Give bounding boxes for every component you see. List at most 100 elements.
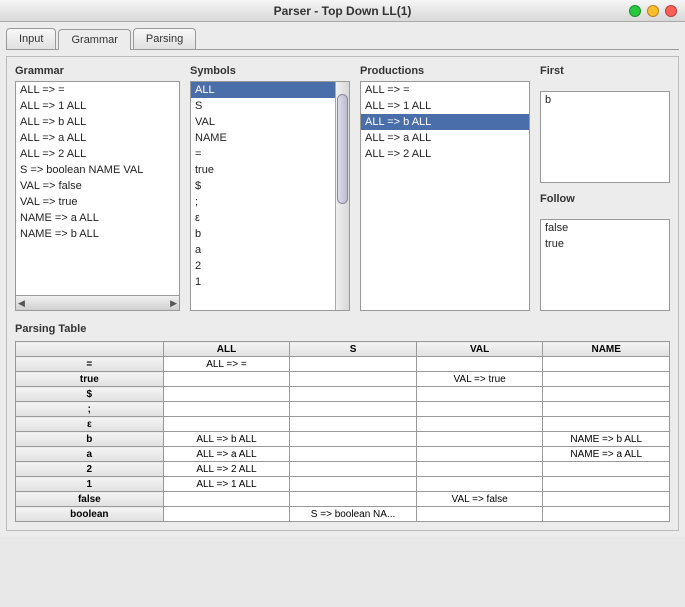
follow-list[interactable]: falsetrue [540, 219, 670, 311]
tab-parsing[interactable]: Parsing [133, 28, 196, 49]
tab-grammar[interactable]: Grammar [58, 29, 130, 50]
list-item[interactable]: 2 [191, 258, 349, 274]
table-cell[interactable] [163, 387, 290, 402]
table-cell[interactable] [163, 372, 290, 387]
table-row-header: ; [16, 402, 164, 417]
table-cell[interactable] [290, 492, 417, 507]
scroll-right-icon[interactable]: ▶ [170, 298, 177, 309]
table-cell[interactable] [290, 417, 417, 432]
list-item[interactable]: ; [191, 194, 349, 210]
grammar-list[interactable]: ALL => =ALL => 1 ALLALL => b ALLALL => a… [15, 81, 180, 296]
list-item[interactable]: NAME => b ALL [16, 226, 179, 242]
table-cell[interactable] [543, 402, 670, 417]
list-item[interactable]: ALL => 1 ALL [361, 98, 529, 114]
list-item[interactable]: false [541, 220, 669, 236]
table-cell[interactable] [416, 507, 543, 522]
list-item[interactable]: ALL => a ALL [361, 130, 529, 146]
list-item[interactable]: ALL => = [16, 82, 179, 98]
table-cell[interactable] [416, 432, 543, 447]
table-cell[interactable] [290, 402, 417, 417]
table-cell[interactable] [543, 492, 670, 507]
table-cell[interactable] [163, 417, 290, 432]
table-cell[interactable] [543, 507, 670, 522]
list-item[interactable]: NAME => a ALL [16, 210, 179, 226]
table-cell[interactable] [543, 477, 670, 492]
list-item[interactable]: b [541, 92, 669, 108]
scroll-left-icon[interactable]: ◀ [18, 298, 25, 309]
list-item[interactable]: ALL => 1 ALL [16, 98, 179, 114]
table-cell[interactable] [416, 447, 543, 462]
table-cell[interactable] [416, 462, 543, 477]
table-cell[interactable] [290, 432, 417, 447]
table-cell[interactable] [290, 387, 417, 402]
table-row-header: boolean [16, 507, 164, 522]
table-cell[interactable]: ALL => a ALL [163, 447, 290, 462]
list-item[interactable]: VAL => true [16, 194, 179, 210]
grammar-hscroll[interactable]: ◀ ▶ [15, 296, 180, 311]
list-item[interactable]: ε [191, 210, 349, 226]
table-column-header[interactable]: S [290, 342, 417, 357]
table-row: falseVAL => false [16, 492, 670, 507]
list-item[interactable]: $ [191, 178, 349, 194]
list-item[interactable]: ALL [191, 82, 349, 98]
table-cell[interactable] [543, 372, 670, 387]
table-cell[interactable]: VAL => false [416, 492, 543, 507]
table-cell[interactable]: ALL => 2 ALL [163, 462, 290, 477]
list-item[interactable]: b [191, 226, 349, 242]
list-item[interactable]: VAL [191, 114, 349, 130]
list-item[interactable]: = [191, 146, 349, 162]
table-cell[interactable]: NAME => a ALL [543, 447, 670, 462]
symbols-list[interactable]: ALLSVALNAME=true$;εba21 [190, 81, 350, 311]
list-item[interactable]: a [191, 242, 349, 258]
table-cell[interactable] [543, 417, 670, 432]
maximize-button[interactable] [647, 5, 659, 17]
list-item[interactable]: VAL => false [16, 178, 179, 194]
first-list[interactable]: b [540, 91, 670, 183]
table-cell[interactable] [290, 462, 417, 477]
list-item[interactable]: S => boolean NAME VAL [16, 162, 179, 178]
list-item[interactable]: ALL => 2 ALL [361, 146, 529, 162]
list-item[interactable]: ALL => b ALL [16, 114, 179, 130]
list-item[interactable]: 1 [191, 274, 349, 290]
table-cell[interactable]: VAL => true [416, 372, 543, 387]
table-cell[interactable] [543, 462, 670, 477]
list-item[interactable]: true [541, 236, 669, 252]
first-title: First [540, 65, 670, 77]
table-cell[interactable] [416, 477, 543, 492]
table-column-header[interactable]: ALL [163, 342, 290, 357]
productions-list[interactable]: ALL => =ALL => 1 ALLALL => b ALLALL => a… [360, 81, 530, 311]
table-cell[interactable] [543, 387, 670, 402]
table-cell[interactable]: ALL => b ALL [163, 432, 290, 447]
tab-input[interactable]: Input [6, 28, 56, 49]
table-cell[interactable] [416, 417, 543, 432]
table-cell[interactable]: S => boolean NA... [290, 507, 417, 522]
table-row: boolean S => boolean NA... [16, 507, 670, 522]
list-item[interactable]: ALL => b ALL [361, 114, 529, 130]
table-cell[interactable] [416, 402, 543, 417]
close-button[interactable] [665, 5, 677, 17]
table-column-header[interactable]: NAME [543, 342, 670, 357]
table-cell[interactable] [163, 507, 290, 522]
table-cell[interactable] [163, 402, 290, 417]
table-cell[interactable] [416, 357, 543, 372]
table-cell[interactable]: NAME => b ALL [543, 432, 670, 447]
list-item[interactable]: S [191, 98, 349, 114]
table-cell[interactable] [163, 492, 290, 507]
table-cell[interactable] [290, 447, 417, 462]
list-item[interactable]: NAME [191, 130, 349, 146]
list-item[interactable]: ALL => a ALL [16, 130, 179, 146]
minimize-button[interactable] [629, 5, 641, 17]
table-cell[interactable] [290, 357, 417, 372]
list-item[interactable]: ALL => 2 ALL [16, 146, 179, 162]
list-item[interactable]: ALL => = [361, 82, 529, 98]
scroll-thumb[interactable] [337, 94, 348, 204]
list-item[interactable]: true [191, 162, 349, 178]
table-cell[interactable]: ALL => = [163, 357, 290, 372]
table-cell[interactable]: ALL => 1 ALL [163, 477, 290, 492]
table-cell[interactable] [290, 372, 417, 387]
table-column-header[interactable]: VAL [416, 342, 543, 357]
table-cell[interactable] [543, 357, 670, 372]
symbols-vscroll[interactable] [335, 82, 349, 310]
table-cell[interactable] [290, 477, 417, 492]
table-cell[interactable] [416, 387, 543, 402]
